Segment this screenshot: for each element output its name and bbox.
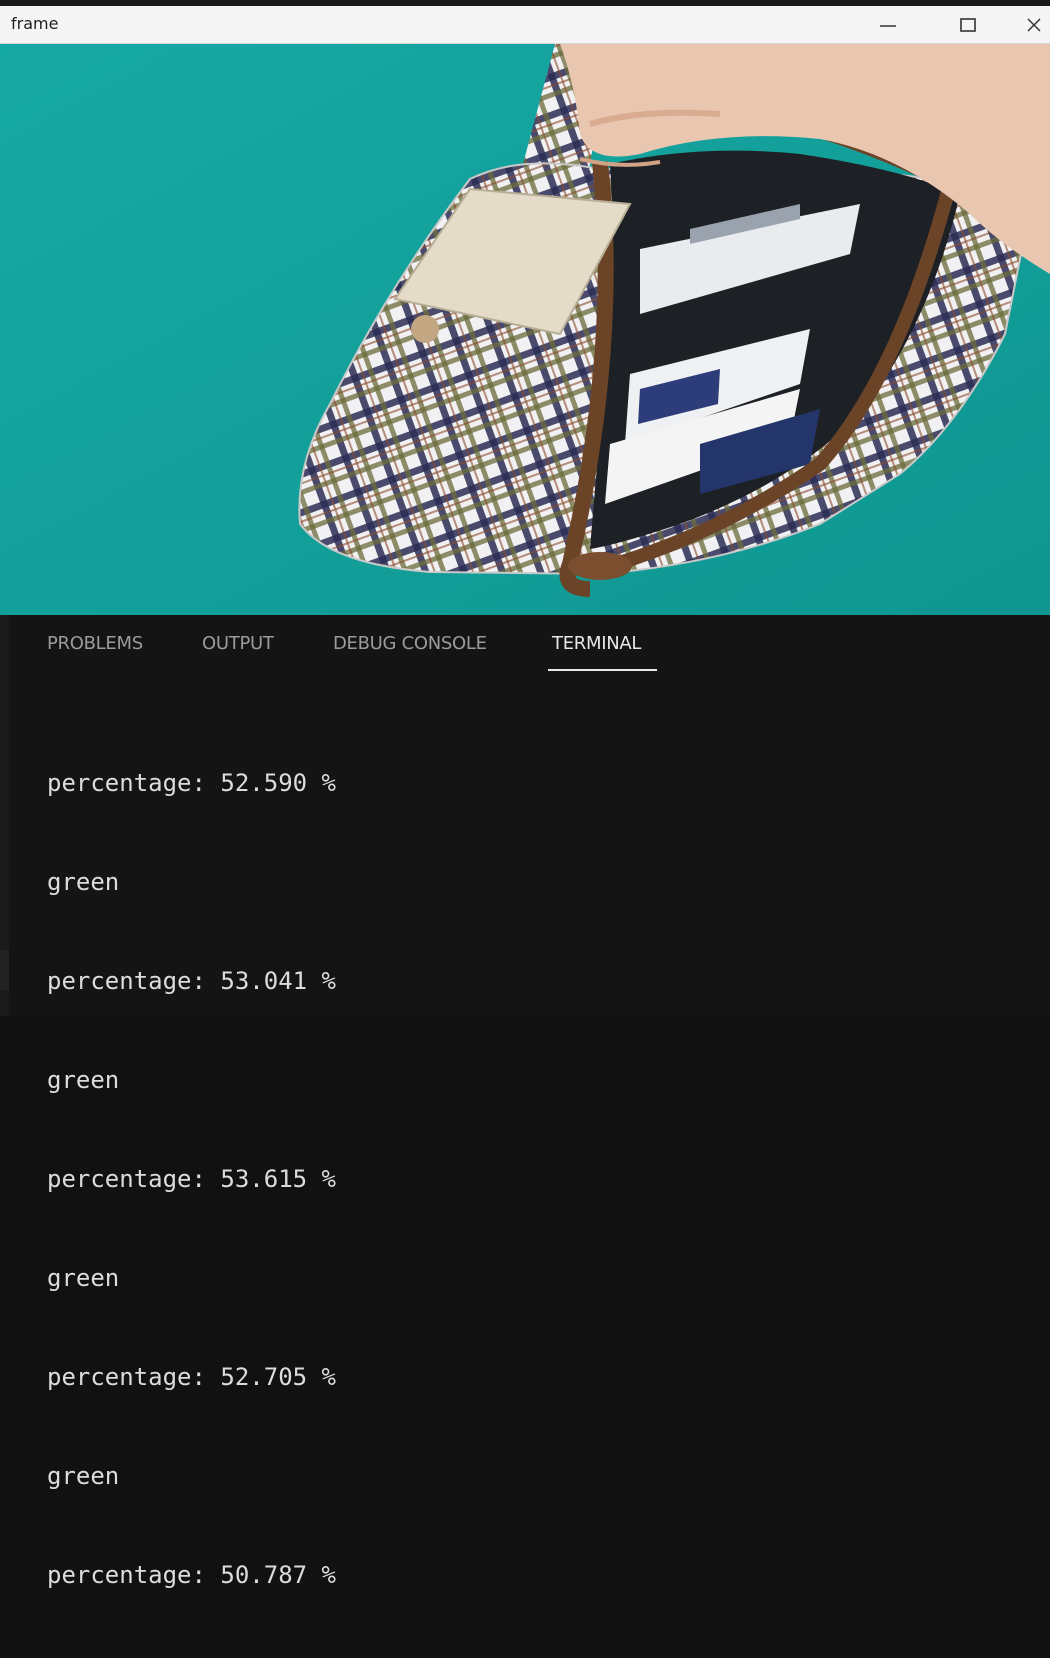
terminal-output[interactable]: percentage: 52.590 % green percentage: 5… [47, 701, 336, 1658]
maximize-icon [960, 17, 976, 32]
minimize-button[interactable] [864, 6, 912, 43]
terminal-line: percentage: 53.615 % [47, 1165, 336, 1193]
active-tab-indicator [548, 669, 657, 671]
tab-terminal[interactable]: TERMINAL [552, 633, 641, 654]
terminal-line: green [47, 1462, 120, 1490]
tab-output[interactable]: OUTPUT [202, 633, 274, 654]
terminal-line: percentage: 50.787 % [47, 1561, 336, 1589]
close-icon [1027, 17, 1041, 32]
maximize-button[interactable] [944, 6, 992, 43]
tab-debug-console[interactable]: DEBUG CONSOLE [333, 633, 487, 654]
close-button[interactable] [1024, 6, 1050, 43]
terminal-line: percentage: 52.590 % [47, 769, 336, 797]
panel-side-marker [0, 950, 9, 990]
window-titlebar[interactable]: frame [0, 6, 1050, 44]
camera-image [0, 44, 1050, 615]
video-frame [0, 44, 1050, 615]
terminal-line: green [47, 868, 120, 896]
minimize-icon [880, 24, 896, 27]
window-title: frame [11, 14, 59, 33]
terminal-line: percentage: 53.041 % [47, 967, 336, 995]
terminal-line: green [47, 1264, 120, 1292]
tab-problems[interactable]: PROBLEMS [47, 633, 143, 654]
terminal-panel: PROBLEMS OUTPUT DEBUG CONSOLE TERMINAL p… [0, 615, 1050, 1589]
terminal-line: green [47, 1066, 120, 1094]
terminal-line: percentage: 52.705 % [47, 1363, 336, 1391]
